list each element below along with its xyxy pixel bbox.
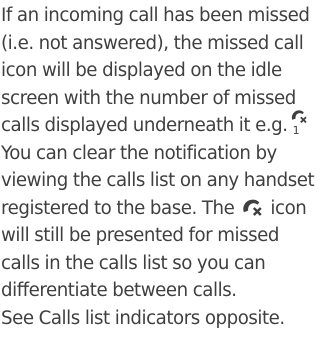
text-line: You can clear the notification by: [1, 142, 277, 164]
text-segment: icon: [270, 197, 307, 219]
text-line: (i.e. not answered), the missed call: [1, 32, 304, 54]
text-line: will still be presented for missed: [1, 225, 279, 246]
missed-call-count: 1: [292, 124, 300, 137]
missed-call-icon: [291, 110, 307, 123]
text-line: See Calls list indicators opposite.: [1, 307, 285, 329]
text-line: icon will be displayed on the idle: [1, 60, 282, 81]
missed-call-example: 1: [290, 110, 308, 137]
text-line: differentiate between calls.: [1, 280, 237, 301]
missed-call-icon: [241, 197, 263, 217]
text-line: screen with the number of missed: [1, 87, 296, 109]
missed-call-paragraph: If an incoming call has been missed (i.e…: [1, 2, 331, 332]
text-line-with-icon: registered to the base. The icon: [1, 195, 331, 223]
text-segment: calls displayed underneath it e.g.: [1, 115, 288, 136]
text-line: viewing the calls list on any handset: [1, 170, 315, 191]
text-segment: registered to the base. The: [1, 197, 235, 219]
text-line-with-example: calls displayed underneath it e.g. 1: [1, 110, 331, 140]
text-line: calls in the calls list so you can: [1, 252, 266, 274]
text-line: If an incoming call has been missed: [1, 5, 310, 26]
